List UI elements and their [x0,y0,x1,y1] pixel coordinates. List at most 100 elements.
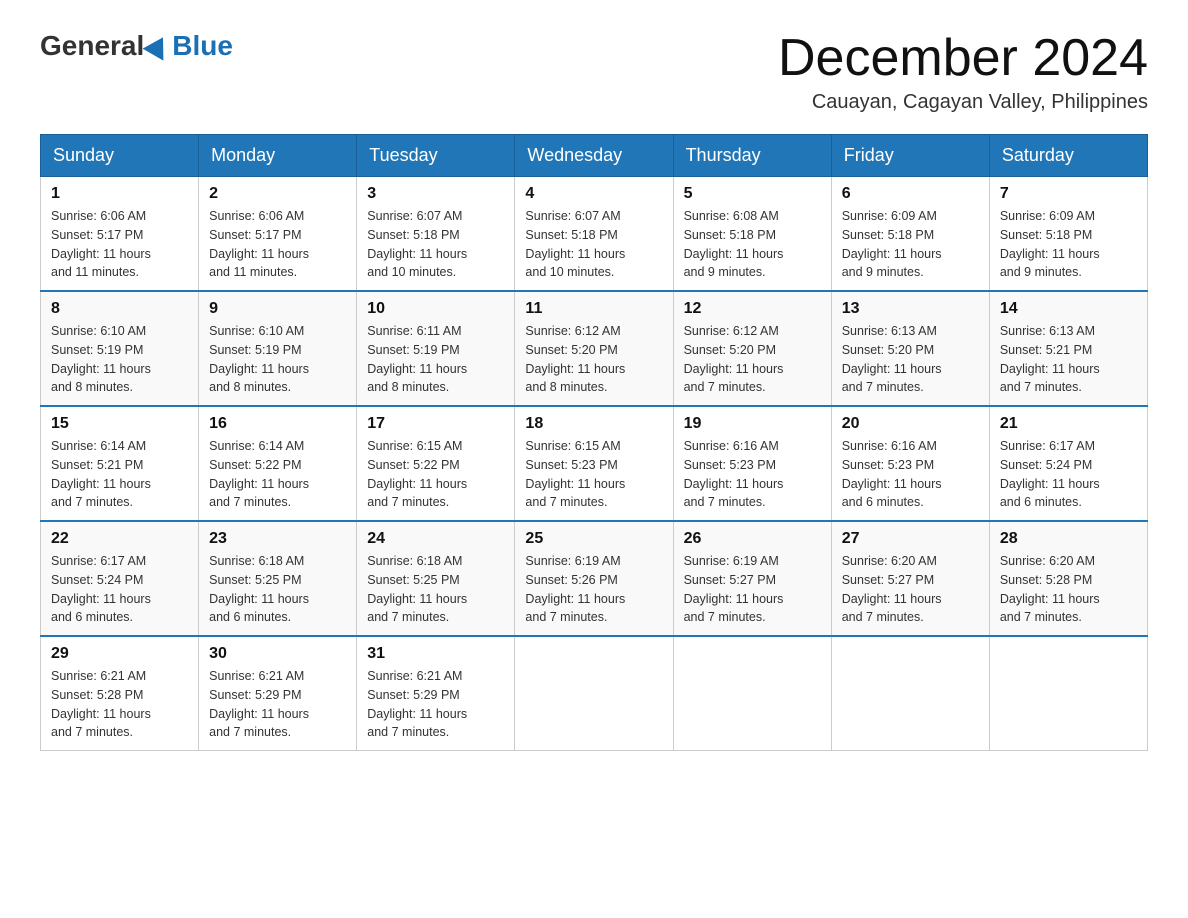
calendar-cell [989,636,1147,751]
day-info: Sunrise: 6:12 AMSunset: 5:20 PMDaylight:… [684,322,821,397]
day-info: Sunrise: 6:16 AMSunset: 5:23 PMDaylight:… [842,437,979,512]
day-info: Sunrise: 6:13 AMSunset: 5:21 PMDaylight:… [1000,322,1137,397]
calendar-cell: 6 Sunrise: 6:09 AMSunset: 5:18 PMDaylight… [831,177,989,292]
day-info: Sunrise: 6:18 AMSunset: 5:25 PMDaylight:… [209,552,346,627]
day-number: 17 [367,415,504,433]
calendar-cell: 26 Sunrise: 6:19 AMSunset: 5:27 PMDayligh… [673,521,831,636]
calendar-cell: 16 Sunrise: 6:14 AMSunset: 5:22 PMDayligh… [199,406,357,521]
calendar-cell: 3Sunrise: 6:07 AMSunset: 5:18 PMDaylight… [357,177,515,292]
logo-blue: Blue [172,30,233,62]
day-number: 4 [525,185,662,203]
day-number: 15 [51,415,188,433]
calendar-cell: 13 Sunrise: 6:13 AMSunset: 5:20 PMDayligh… [831,291,989,406]
day-info: Sunrise: 6:11 AMSunset: 5:19 PMDaylight:… [367,322,504,397]
logo-general: General [40,30,144,62]
day-number: 6 [842,185,979,203]
weekday-header-sunday: Sunday [41,135,199,177]
day-number: 21 [1000,415,1137,433]
calendar-week-row: 15 Sunrise: 6:14 AMSunset: 5:21 PMDayligh… [41,406,1148,521]
day-number: 26 [684,530,821,548]
day-info: Sunrise: 6:15 AMSunset: 5:23 PMDaylight:… [525,437,662,512]
weekday-header-monday: Monday [199,135,357,177]
day-number: 11 [525,300,662,318]
calendar-cell: 21 Sunrise: 6:17 AMSunset: 5:24 PMDayligh… [989,406,1147,521]
day-info: Sunrise: 6:17 AMSunset: 5:24 PMDaylight:… [51,552,188,627]
calendar-cell: 12 Sunrise: 6:12 AMSunset: 5:20 PMDayligh… [673,291,831,406]
calendar-cell: 28 Sunrise: 6:20 AMSunset: 5:28 PMDayligh… [989,521,1147,636]
calendar-week-row: 8 Sunrise: 6:10 AMSunset: 5:19 PMDaylight… [41,291,1148,406]
day-info: Sunrise: 6:14 AMSunset: 5:21 PMDaylight:… [51,437,188,512]
weekday-header-row: SundayMondayTuesdayWednesdayThursdayFrid… [41,135,1148,177]
weekday-header-saturday: Saturday [989,135,1147,177]
day-info: Sunrise: 6:10 AMSunset: 5:19 PMDaylight:… [51,322,188,397]
calendar-cell: 9 Sunrise: 6:10 AMSunset: 5:19 PMDaylight… [199,291,357,406]
day-number: 13 [842,300,979,318]
day-number: 30 [209,645,346,663]
header: General Blue December 2024 Cauayan, Caga… [40,30,1148,114]
day-number: 12 [684,300,821,318]
calendar-cell: 5Sunrise: 6:08 AMSunset: 5:18 PMDaylight… [673,177,831,292]
day-number: 31 [367,645,504,663]
calendar-cell [831,636,989,751]
day-number: 24 [367,530,504,548]
calendar-cell: 30 Sunrise: 6:21 AMSunset: 5:29 PMDayligh… [199,636,357,751]
day-number: 19 [684,415,821,433]
calendar-week-row: 22Sunrise: 6:17 AMSunset: 5:24 PMDayligh… [41,521,1148,636]
day-number: 9 [209,300,346,318]
calendar-cell [673,636,831,751]
calendar-cell: 19Sunrise: 6:16 AMSunset: 5:23 PMDayligh… [673,406,831,521]
day-number: 8 [51,300,188,318]
logo: General Blue [40,30,233,62]
day-info: Sunrise: 6:21 AMSunset: 5:29 PMDaylight:… [367,667,504,742]
weekday-header-thursday: Thursday [673,135,831,177]
logo-triangle-icon [143,31,174,60]
day-info: Sunrise: 6:20 AMSunset: 5:28 PMDaylight:… [1000,552,1137,627]
calendar-week-row: 29 Sunrise: 6:21 AMSunset: 5:28 PMDayligh… [41,636,1148,751]
calendar-cell: 2Sunrise: 6:06 AMSunset: 5:17 PMDaylight… [199,177,357,292]
calendar-cell: 1Sunrise: 6:06 AMSunset: 5:17 PMDaylight… [41,177,199,292]
day-info: Sunrise: 6:14 AMSunset: 5:22 PMDaylight:… [209,437,346,512]
day-number: 16 [209,415,346,433]
logo-text: General Blue [40,30,233,62]
calendar-cell: 8 Sunrise: 6:10 AMSunset: 5:19 PMDaylight… [41,291,199,406]
calendar-cell [515,636,673,751]
calendar-cell: 27 Sunrise: 6:20 AMSunset: 5:27 PMDayligh… [831,521,989,636]
title-area: December 2024 Cauayan, Cagayan Valley, P… [778,30,1148,114]
calendar-table: SundayMondayTuesdayWednesdayThursdayFrid… [40,134,1148,751]
calendar-cell: 7Sunrise: 6:09 AMSunset: 5:18 PMDaylight… [989,177,1147,292]
calendar-cell: 25Sunrise: 6:19 AMSunset: 5:26 PMDayligh… [515,521,673,636]
calendar-cell: 10 Sunrise: 6:11 AMSunset: 5:19 PMDayligh… [357,291,515,406]
day-info: Sunrise: 6:19 AMSunset: 5:27 PMDaylight:… [684,552,821,627]
day-number: 28 [1000,530,1137,548]
day-info: Sunrise: 6:20 AMSunset: 5:27 PMDaylight:… [842,552,979,627]
calendar-cell: 11 Sunrise: 6:12 AMSunset: 5:20 PMDayligh… [515,291,673,406]
calendar-cell: 17 Sunrise: 6:15 AMSunset: 5:22 PMDayligh… [357,406,515,521]
day-info: Sunrise: 6:12 AMSunset: 5:20 PMDaylight:… [525,322,662,397]
weekday-header-friday: Friday [831,135,989,177]
day-info: Sunrise: 6:13 AMSunset: 5:20 PMDaylight:… [842,322,979,397]
calendar-cell: 14 Sunrise: 6:13 AMSunset: 5:21 PMDayligh… [989,291,1147,406]
day-number: 5 [684,185,821,203]
day-info: Sunrise: 6:10 AMSunset: 5:19 PMDaylight:… [209,322,346,397]
day-info: Sunrise: 6:15 AMSunset: 5:22 PMDaylight:… [367,437,504,512]
day-number: 14 [1000,300,1137,318]
day-number: 27 [842,530,979,548]
day-number: 20 [842,415,979,433]
day-info: Sunrise: 6:21 AMSunset: 5:28 PMDaylight:… [51,667,188,742]
calendar-cell: 24Sunrise: 6:18 AMSunset: 5:25 PMDayligh… [357,521,515,636]
day-number: 23 [209,530,346,548]
calendar-cell: 20 Sunrise: 6:16 AMSunset: 5:23 PMDayligh… [831,406,989,521]
location-title: Cauayan, Cagayan Valley, Philippines [778,91,1148,114]
month-title: December 2024 [778,30,1148,87]
calendar-cell: 18Sunrise: 6:15 AMSunset: 5:23 PMDayligh… [515,406,673,521]
day-number: 10 [367,300,504,318]
day-info: Sunrise: 6:17 AMSunset: 5:24 PMDaylight:… [1000,437,1137,512]
day-info: Sunrise: 6:21 AMSunset: 5:29 PMDaylight:… [209,667,346,742]
day-info: Sunrise: 6:09 AMSunset: 5:18 PMDaylight:… [842,207,979,282]
calendar-cell: 23 Sunrise: 6:18 AMSunset: 5:25 PMDayligh… [199,521,357,636]
day-info: Sunrise: 6:09 AMSunset: 5:18 PMDaylight:… [1000,207,1137,282]
calendar-cell: 22Sunrise: 6:17 AMSunset: 5:24 PMDayligh… [41,521,199,636]
day-number: 29 [51,645,188,663]
weekday-header-tuesday: Tuesday [357,135,515,177]
day-info: Sunrise: 6:07 AMSunset: 5:18 PMDaylight:… [525,207,662,282]
